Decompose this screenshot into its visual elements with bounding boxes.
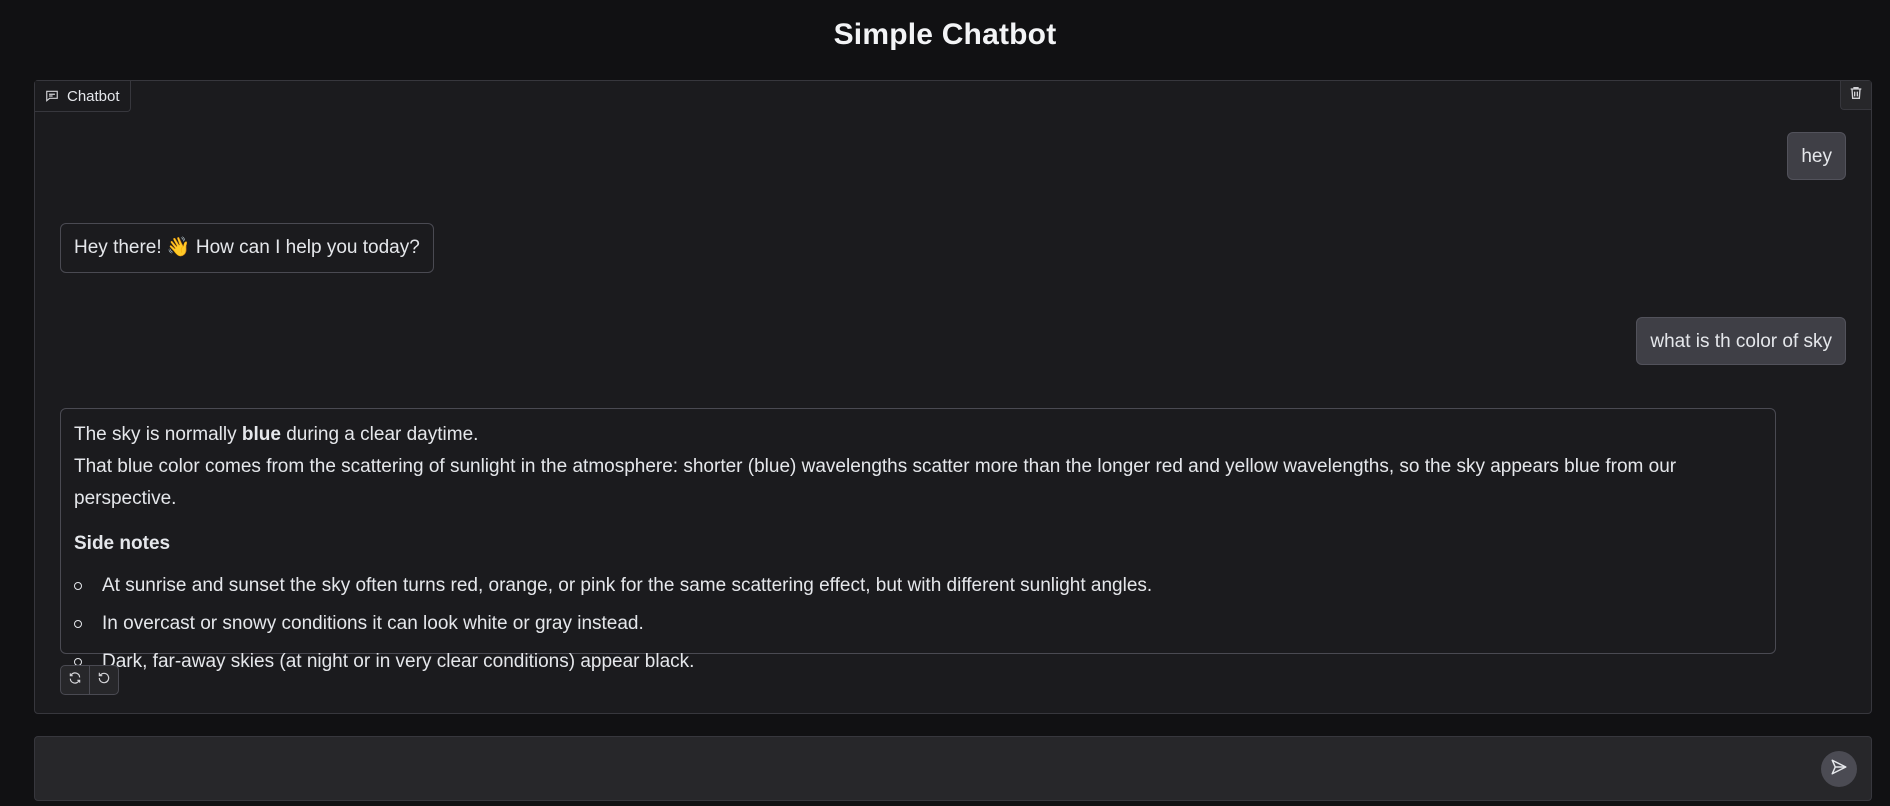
assistant-message: Hey there! 👋 How can I help you today?	[60, 223, 434, 273]
assistant-message: The sky is normally blue during a clear …	[60, 408, 1776, 672]
undo-button[interactable]	[89, 666, 118, 694]
trash-icon	[1848, 85, 1864, 106]
list-item: In overcast or snowy conditions it can l…	[74, 605, 1762, 643]
list-item-text: Dark, far-away skies (at night or in ver…	[102, 651, 695, 672]
page-title: Simple Chatbot	[833, 18, 1057, 51]
message-input-bar	[34, 736, 1872, 801]
chat-bubble-icon	[45, 89, 59, 103]
message-actions	[60, 665, 119, 695]
answer-line-2: That blue color comes from the scatterin…	[74, 456, 1677, 509]
message-input[interactable]	[49, 747, 1813, 793]
side-notes-heading: Side notes	[74, 533, 171, 554]
clear-chat-button[interactable]	[1840, 81, 1871, 110]
answer-bold-word: blue	[241, 424, 281, 445]
user-message: what is th color of sky	[1636, 317, 1846, 365]
side-notes-list: At sunrise and sunset the sky often turn…	[74, 567, 1762, 681]
list-item: At sunrise and sunset the sky often turn…	[74, 567, 1762, 605]
answer-line-1: The sky is normally blue during a clear …	[74, 419, 1762, 451]
chatbot-label-text: Chatbot	[67, 87, 120, 105]
answer-text: during a clear daytime.	[280, 424, 479, 445]
user-message: hey	[1787, 132, 1846, 180]
answer-text: The sky is normally	[74, 424, 242, 445]
list-item-text: In overcast or snowy conditions it can l…	[102, 613, 644, 634]
send-icon	[1830, 758, 1848, 781]
list-item-text: At sunrise and sunset the sky often turn…	[102, 575, 1153, 596]
send-button[interactable]	[1821, 751, 1857, 787]
list-item: Dark, far-away skies (at night or in ver…	[74, 643, 1762, 681]
undo-icon	[97, 671, 111, 690]
bullet-icon	[74, 582, 82, 590]
retry-button[interactable]	[61, 666, 89, 694]
bullet-icon	[74, 620, 82, 628]
chatbot-label: Chatbot	[35, 81, 131, 112]
chatbot-panel: Chatbot hey Hey there! 👋 How can I help …	[34, 80, 1872, 714]
refresh-icon	[68, 671, 82, 690]
